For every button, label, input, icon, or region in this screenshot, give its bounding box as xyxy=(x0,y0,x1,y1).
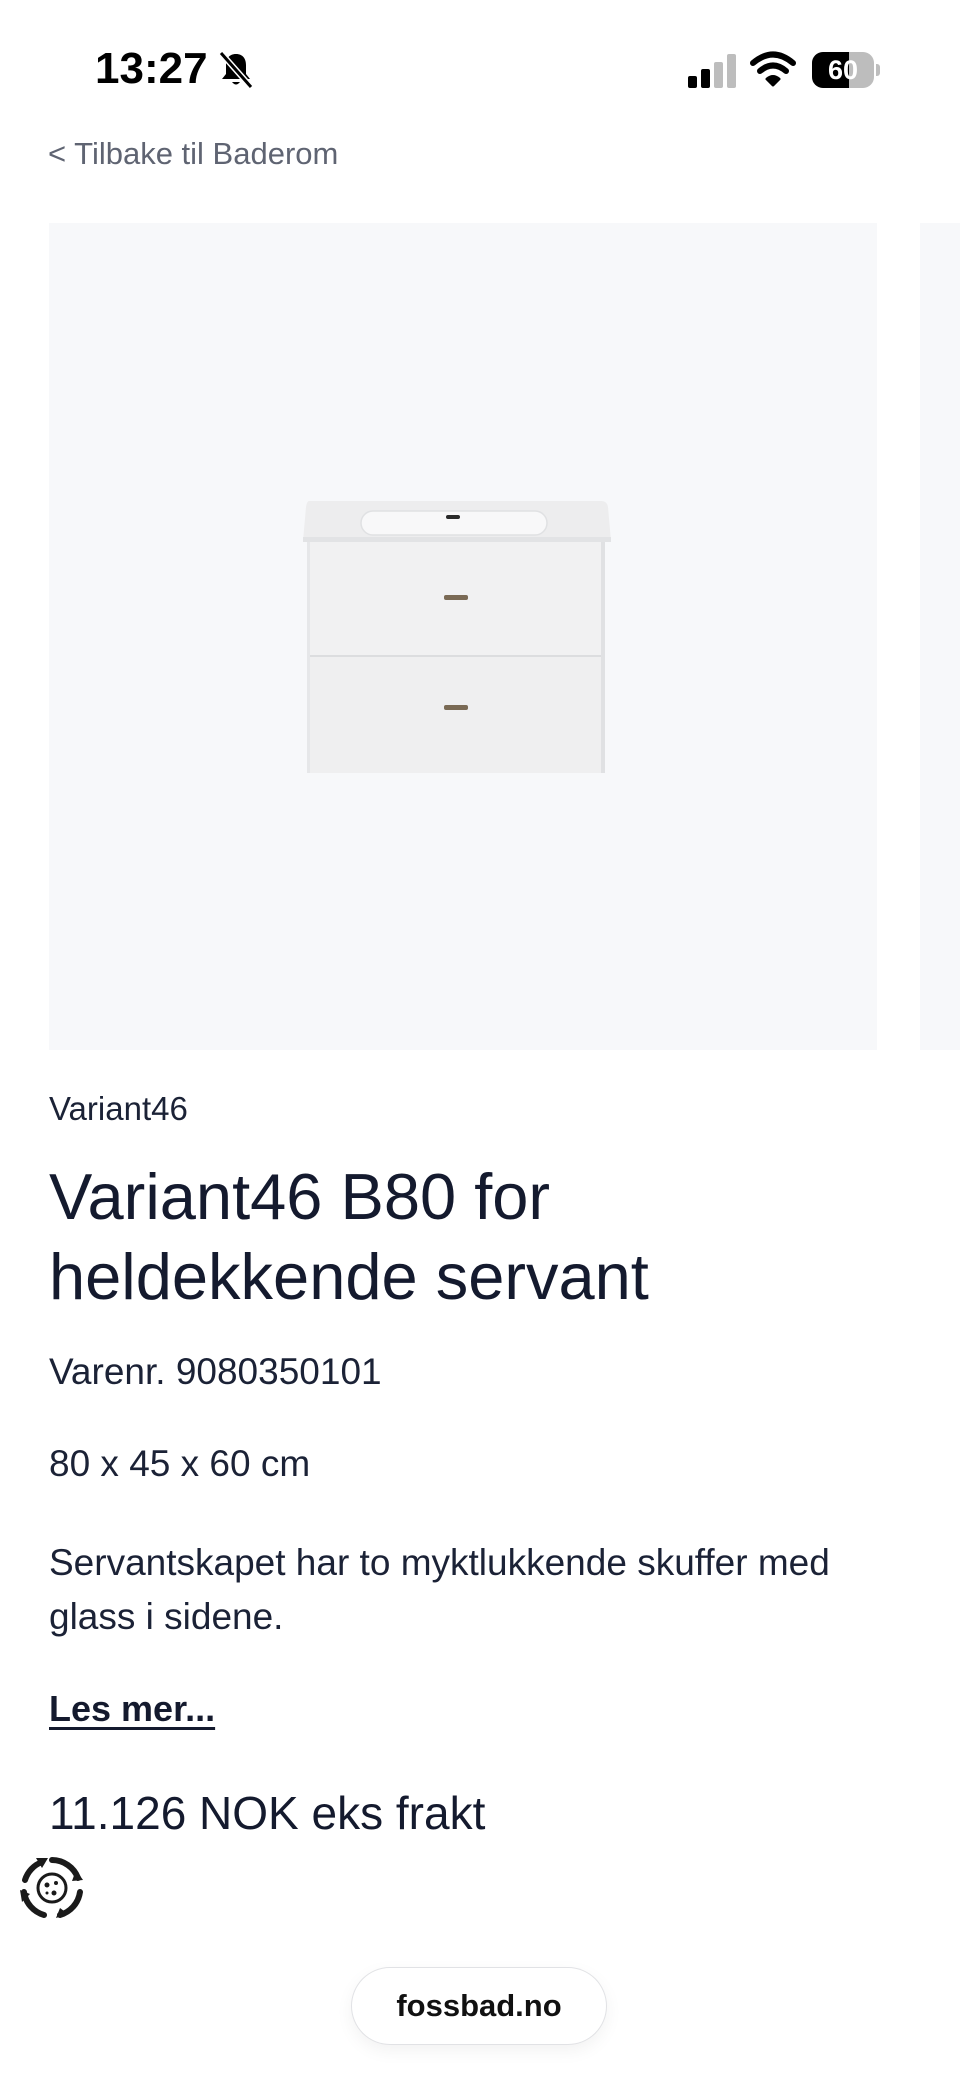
product-title: Variant46 B80 for heldekkende servant xyxy=(49,1160,649,1313)
vanity-cabinet-illustration xyxy=(303,501,611,773)
product-page: 13:27 60 < Tilbake til Baderom Variant46… xyxy=(0,0,960,2081)
product-dimensions: 80 x 45 x 60 cm xyxy=(49,1443,311,1484)
status-time: 13:27 xyxy=(95,44,208,93)
cookie-settings-icon[interactable] xyxy=(16,1852,88,1924)
wifi-icon xyxy=(750,51,796,87)
cellular-signal-icon xyxy=(688,54,736,88)
next-product-image-peek[interactable] xyxy=(920,223,960,1050)
bell-slash-icon xyxy=(218,51,254,89)
back-to-category-link[interactable]: < Tilbake til Baderom xyxy=(48,136,338,172)
battery-body: 60 xyxy=(812,52,874,88)
product-image[interactable] xyxy=(49,223,877,1050)
product-sku: Varenr. 9080350101 xyxy=(49,1351,382,1392)
browser-url-bar[interactable]: fossbad.no xyxy=(352,1968,606,2044)
product-price: 11.126 NOK eks frakt xyxy=(49,1787,486,1839)
read-more-link[interactable]: Les mer... xyxy=(49,1688,215,1730)
product-description: Servantskapet har to myktlukkende skuffe… xyxy=(49,1542,830,1637)
battery-icon: 60 xyxy=(812,52,880,88)
battery-tip xyxy=(876,64,880,76)
product-brand: Variant46 xyxy=(49,1090,188,1127)
battery-percent: 60 xyxy=(827,55,859,85)
